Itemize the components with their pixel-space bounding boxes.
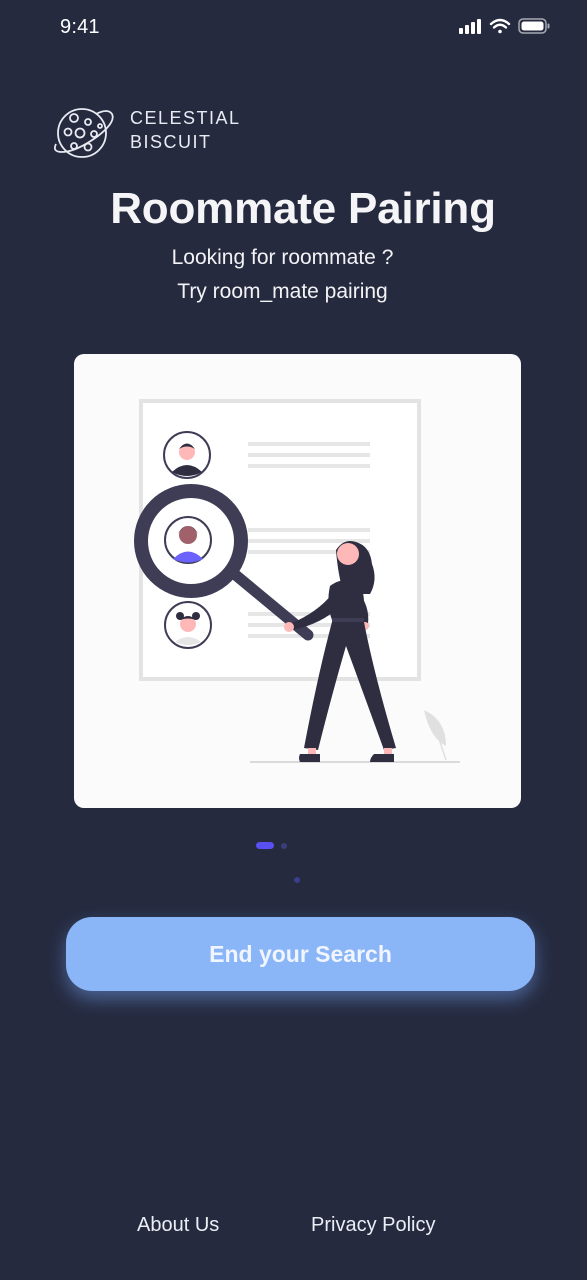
status-time: 9:41 [60,16,100,38]
avatar-man-icon [163,431,211,479]
battery-icon [518,18,550,34]
brand-name-line1: CELESTIAL [130,108,241,128]
brand-logo: CELESTIAL BISCUIT [50,100,250,166]
pager-dot[interactable] [281,843,287,849]
cookie-planet-icon [53,108,114,158]
page-title: Roommate Pairing [110,184,496,233]
status-bar: 9:41 [0,0,587,56]
subtitle-line1: Looking for roommate ? [171,246,394,269]
privacy-policy-link[interactable]: Privacy Policy [311,1214,435,1237]
about-us-link[interactable]: About Us [137,1214,219,1237]
avatar-girl-icon [164,601,212,649]
profile-search-illustration [134,399,460,763]
subtitle-line2: Try room_mate pairing [177,280,388,303]
wifi-icon [489,18,511,34]
end-search-button[interactable]: End your Search [66,917,535,991]
illustration-card [74,354,521,808]
pager-dot-extra [294,877,300,883]
cellular-signal-icon [459,19,481,34]
brand-name-line2: BISCUIT [130,132,212,152]
avatar-woman-icon [164,516,212,564]
status-icons [459,18,550,34]
pager-dot-active[interactable] [256,842,274,849]
